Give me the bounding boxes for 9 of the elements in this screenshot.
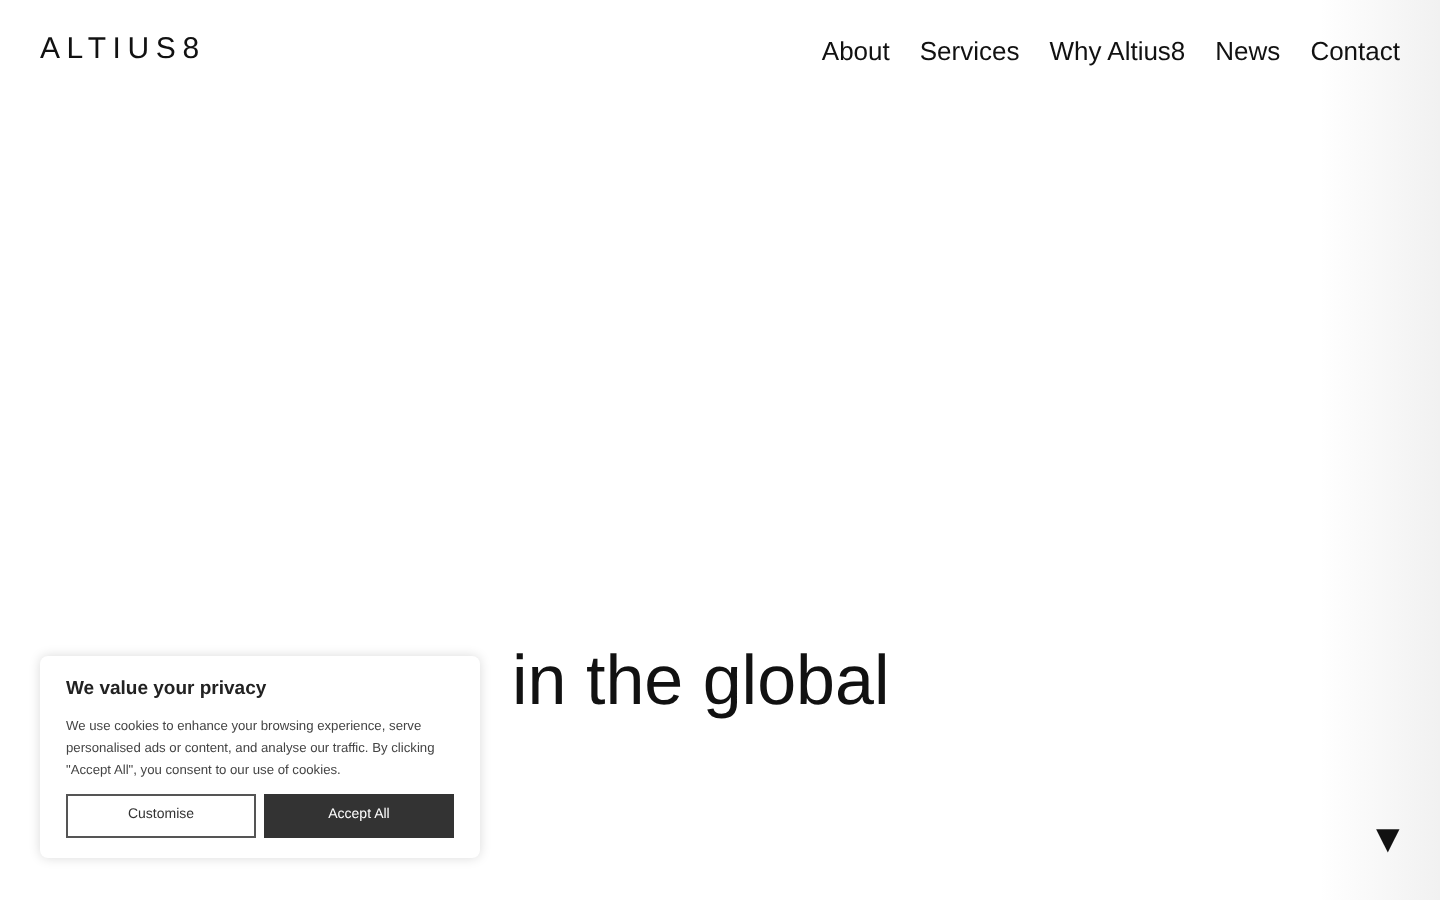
nav-link[interactable]: About [821,31,890,70]
nav-link[interactable]: Services [919,31,1020,70]
scroll-down-arrow[interactable]: ▼ [1368,816,1408,864]
hero-heading-text: in the global [512,639,890,723]
nav-link[interactable]: Contact [1310,31,1400,70]
logo[interactable]: ALTIUS8 [40,28,206,73]
nav-link[interactable]: News [1215,31,1281,70]
cookie-banner-title: We value your privacy [66,676,269,704]
nav-link[interactable]: Why Altius8 [1049,31,1186,70]
